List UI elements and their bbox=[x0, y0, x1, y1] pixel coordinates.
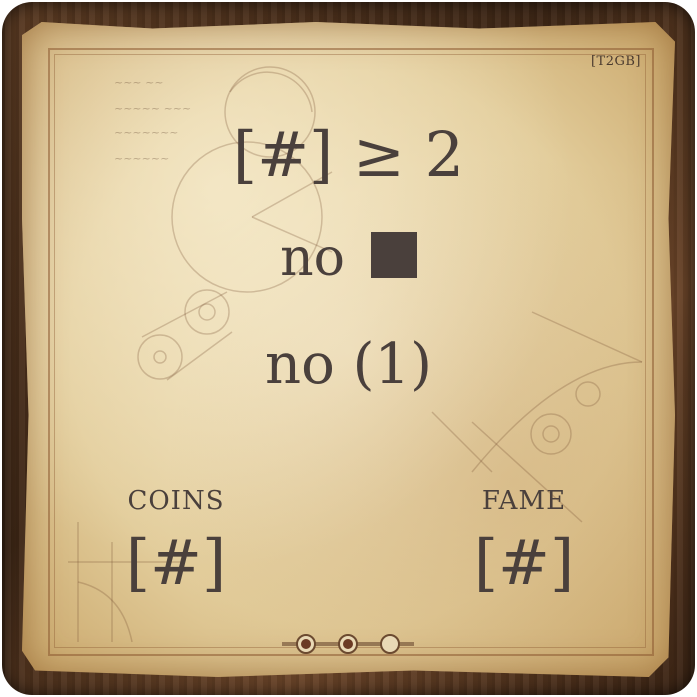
black-square-icon bbox=[370, 232, 417, 278]
no-one-line: no (1) bbox=[265, 332, 432, 397]
no-text: no bbox=[280, 228, 345, 288]
coins-label: COINS bbox=[127, 486, 225, 516]
no-square-line: no bbox=[0, 228, 697, 288]
progress-dot-3 bbox=[380, 634, 400, 654]
card-code: [T2GB] bbox=[590, 54, 641, 69]
progress-dot-2 bbox=[338, 634, 358, 654]
fame-value: [#] bbox=[473, 526, 575, 599]
coins-value: [#] bbox=[125, 526, 227, 599]
progress-dots bbox=[296, 632, 406, 656]
requirement-line: [#] ≥ 2 bbox=[232, 118, 465, 191]
fame-label: FAME bbox=[481, 486, 567, 516]
progress-dot-1 bbox=[296, 634, 316, 654]
